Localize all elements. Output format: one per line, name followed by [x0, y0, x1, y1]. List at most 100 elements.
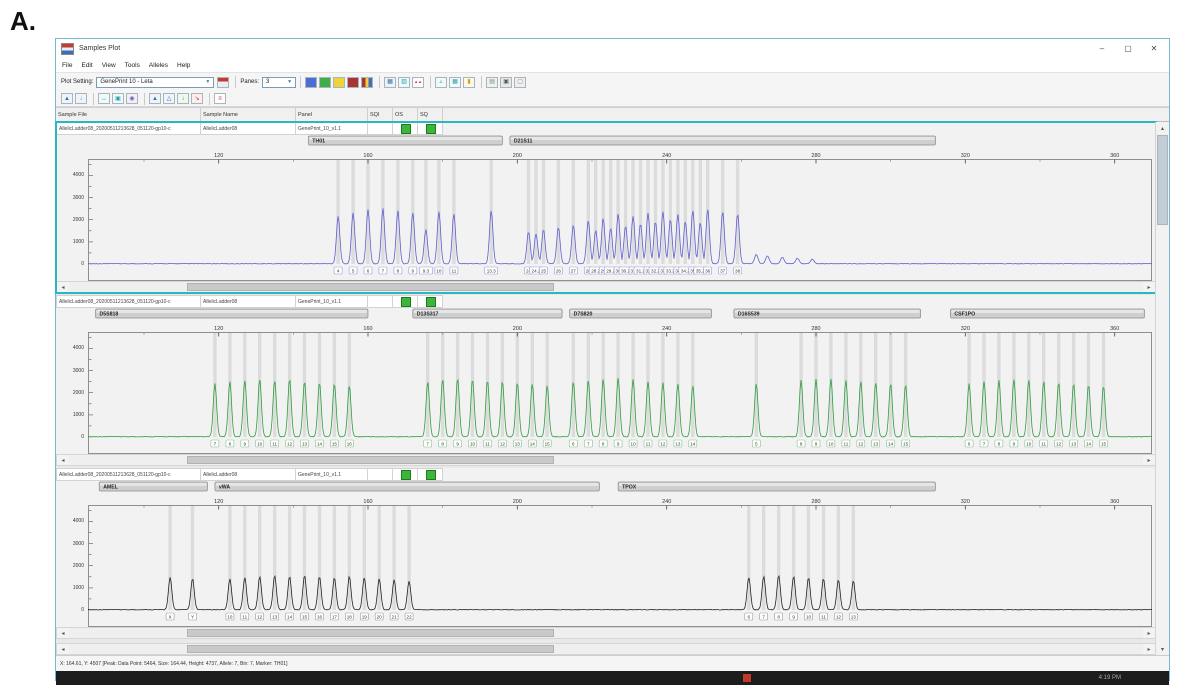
scroll-thumb[interactable]	[187, 283, 554, 291]
menu-item-view[interactable]: View	[102, 62, 116, 69]
scroll-down-button[interactable]: ▾	[1156, 643, 1169, 655]
svg-text:13: 13	[515, 441, 521, 446]
column-header-panel[interactable]: Panel	[296, 108, 368, 121]
svg-text:10: 10	[828, 441, 834, 446]
sample-name-cell: AllelicLadder08	[201, 295, 296, 308]
electropherogram-plot[interactable]: 1201602002402803203604567899.3101113.324…	[88, 147, 1152, 281]
plot-table-icon[interactable]: ▦	[384, 77, 396, 88]
svg-text:12: 12	[287, 441, 293, 446]
scroll-thumb[interactable]	[187, 629, 554, 637]
svg-text:9: 9	[792, 614, 795, 619]
scroll-right-button[interactable]: ▸	[1143, 455, 1155, 465]
next-peak-icon[interactable]: ↓	[177, 93, 189, 104]
pane-horizontal-scrollbar[interactable]: ◂▸	[56, 627, 1156, 639]
scroll-track[interactable]	[69, 455, 1143, 465]
scroll-track[interactable]	[69, 628, 1143, 638]
maximize-button[interactable]: ▢	[1115, 39, 1141, 58]
menu-item-tools[interactable]: Tools	[125, 62, 140, 69]
print-icon[interactable]: ▤	[486, 77, 498, 88]
menu-item-help[interactable]: Help	[177, 62, 190, 69]
plot-table-split-icon[interactable]: ▥	[398, 77, 410, 88]
svg-text:15: 15	[903, 441, 909, 446]
save-image-icon[interactable]: ▢	[514, 77, 526, 88]
svg-text:12: 12	[500, 441, 506, 446]
scroll-right-button[interactable]: ▸	[1143, 282, 1155, 292]
column-header-sqi[interactable]: SQI	[368, 108, 393, 121]
column-header-os[interactable]: OS	[393, 108, 418, 121]
fit-horizontal-icon[interactable]: ↔	[98, 93, 110, 104]
histogram-icon[interactable]: ▮	[463, 77, 475, 88]
electropherogram-plot[interactable]: 1201602002402803203607891011121314151678…	[88, 320, 1152, 454]
scroll-left-button[interactable]: ◂	[57, 628, 69, 638]
menu-item-alleles[interactable]: Alleles	[149, 62, 168, 69]
sample-info-row[interactable]: AllelicLadder08_20200511213628_051120-gp…	[56, 122, 1156, 135]
sample-pane-3[interactable]: AllelicLadder08_20200511213628_051120-gp…	[56, 468, 1156, 639]
outer-horizontal-scrollbar[interactable]: ◂ ▸	[56, 643, 1156, 655]
export-image-icon[interactable]: ▣	[500, 77, 512, 88]
scroll-track[interactable]	[69, 644, 1143, 654]
plot-setting-dropdown[interactable]: GenePrint 10 - Leta ▼	[96, 77, 214, 88]
electropherogram-plot[interactable]: 120160200240280320360XY10111213141516171…	[88, 493, 1152, 627]
menu-item-edit[interactable]: Edit	[81, 62, 92, 69]
chevron-down-icon[interactable]: ▼	[285, 79, 294, 86]
scroll-track[interactable]	[69, 282, 1143, 292]
sample-pane-2[interactable]: AllelicLadder08_20200511213628_051120-gp…	[56, 295, 1156, 466]
column-header-sample-file[interactable]: Sample File	[56, 108, 201, 121]
yellow-dye-icon[interactable]	[333, 77, 345, 88]
y-axis-labels: 01000200030004000	[56, 147, 87, 281]
combine-panes-icon[interactable]: ≡	[214, 93, 226, 104]
scroll-thumb[interactable]	[187, 645, 554, 653]
taskbar-app-icon[interactable]	[743, 674, 751, 682]
svg-text:10: 10	[470, 441, 476, 446]
scroll-left-button[interactable]: ◂	[57, 455, 69, 465]
scroll-right-button[interactable]: ▸	[1143, 644, 1155, 654]
zoom-y-out-icon[interactable]: ↓	[75, 93, 87, 104]
chevron-down-icon[interactable]: ▼	[203, 79, 212, 86]
scroll-thumb[interactable]	[187, 456, 554, 464]
show-peaks-icon[interactable]: ▲	[149, 93, 161, 104]
close-button[interactable]: ✕	[1141, 39, 1167, 58]
vertical-scrollbar[interactable]: ▴ ▾	[1155, 122, 1169, 655]
scroll-right-button[interactable]: ▸	[1143, 628, 1155, 638]
menu-item-file[interactable]: File	[62, 62, 72, 69]
scroll-up-button[interactable]: ▴	[1156, 122, 1169, 134]
flag-peak-icon[interactable]: ↘	[191, 93, 203, 104]
sample-info-row[interactable]: AllelicLadder08_20200511213628_051120-gp…	[56, 295, 1156, 308]
scroll-left-button[interactable]: ◂	[57, 644, 69, 654]
pane-horizontal-scrollbar[interactable]: ◂▸	[56, 454, 1156, 466]
scroll-thumb[interactable]	[1157, 135, 1168, 225]
zoom-region-icon[interactable]: ▣	[112, 93, 124, 104]
svg-text:19: 19	[362, 614, 368, 619]
sample-file-cell: AllelicLadder08_20200511213628_051120-gp…	[56, 295, 201, 308]
pan-icon[interactable]: ◉	[126, 93, 138, 104]
plot-setting-editor-icon[interactable]	[217, 77, 229, 88]
sample-info-row[interactable]: AllelicLadder08_20200511213628_051120-gp…	[56, 468, 1156, 481]
sq-indicator-cell	[418, 122, 443, 135]
taskbar-clock: 4:19 PM	[1099, 675, 1121, 681]
y-tick-label: 0	[81, 261, 84, 267]
scroll-left-button[interactable]: ◂	[57, 282, 69, 292]
column-header-sq[interactable]: SQ	[418, 108, 443, 121]
svg-text:11: 11	[485, 441, 490, 446]
column-header-sample-name[interactable]: Sample Name	[201, 108, 296, 121]
svg-text:7: 7	[587, 441, 590, 446]
svg-text:120: 120	[214, 499, 223, 505]
svg-text:6: 6	[968, 441, 971, 446]
green-dye-icon[interactable]	[319, 77, 331, 88]
minimize-button[interactable]: –	[1089, 39, 1115, 58]
compare-plot-icon[interactable]: ▦	[449, 77, 461, 88]
zoom-y-in-icon[interactable]: ▲	[61, 93, 73, 104]
panes-dropdown[interactable]: 3 ▼	[262, 77, 296, 88]
blue-dye-icon[interactable]	[305, 77, 317, 88]
sample-pane-1[interactable]: AllelicLadder08_20200511213628_051120-gp…	[56, 122, 1156, 293]
red-dye-icon[interactable]	[347, 77, 359, 88]
size-match-icon[interactable]: ▲▲	[412, 77, 424, 88]
os-indicator-cell	[393, 122, 418, 135]
svg-text:26: 26	[556, 268, 562, 273]
svg-text:360: 360	[1110, 326, 1119, 332]
pane-horizontal-scrollbar[interactable]: ◂▸	[56, 281, 1156, 293]
all-dyes-icon[interactable]	[361, 77, 373, 88]
overlay-plot-icon[interactable]: ▵	[435, 77, 447, 88]
svg-text:37: 37	[720, 268, 726, 273]
label-peaks-icon[interactable]: △	[163, 93, 175, 104]
